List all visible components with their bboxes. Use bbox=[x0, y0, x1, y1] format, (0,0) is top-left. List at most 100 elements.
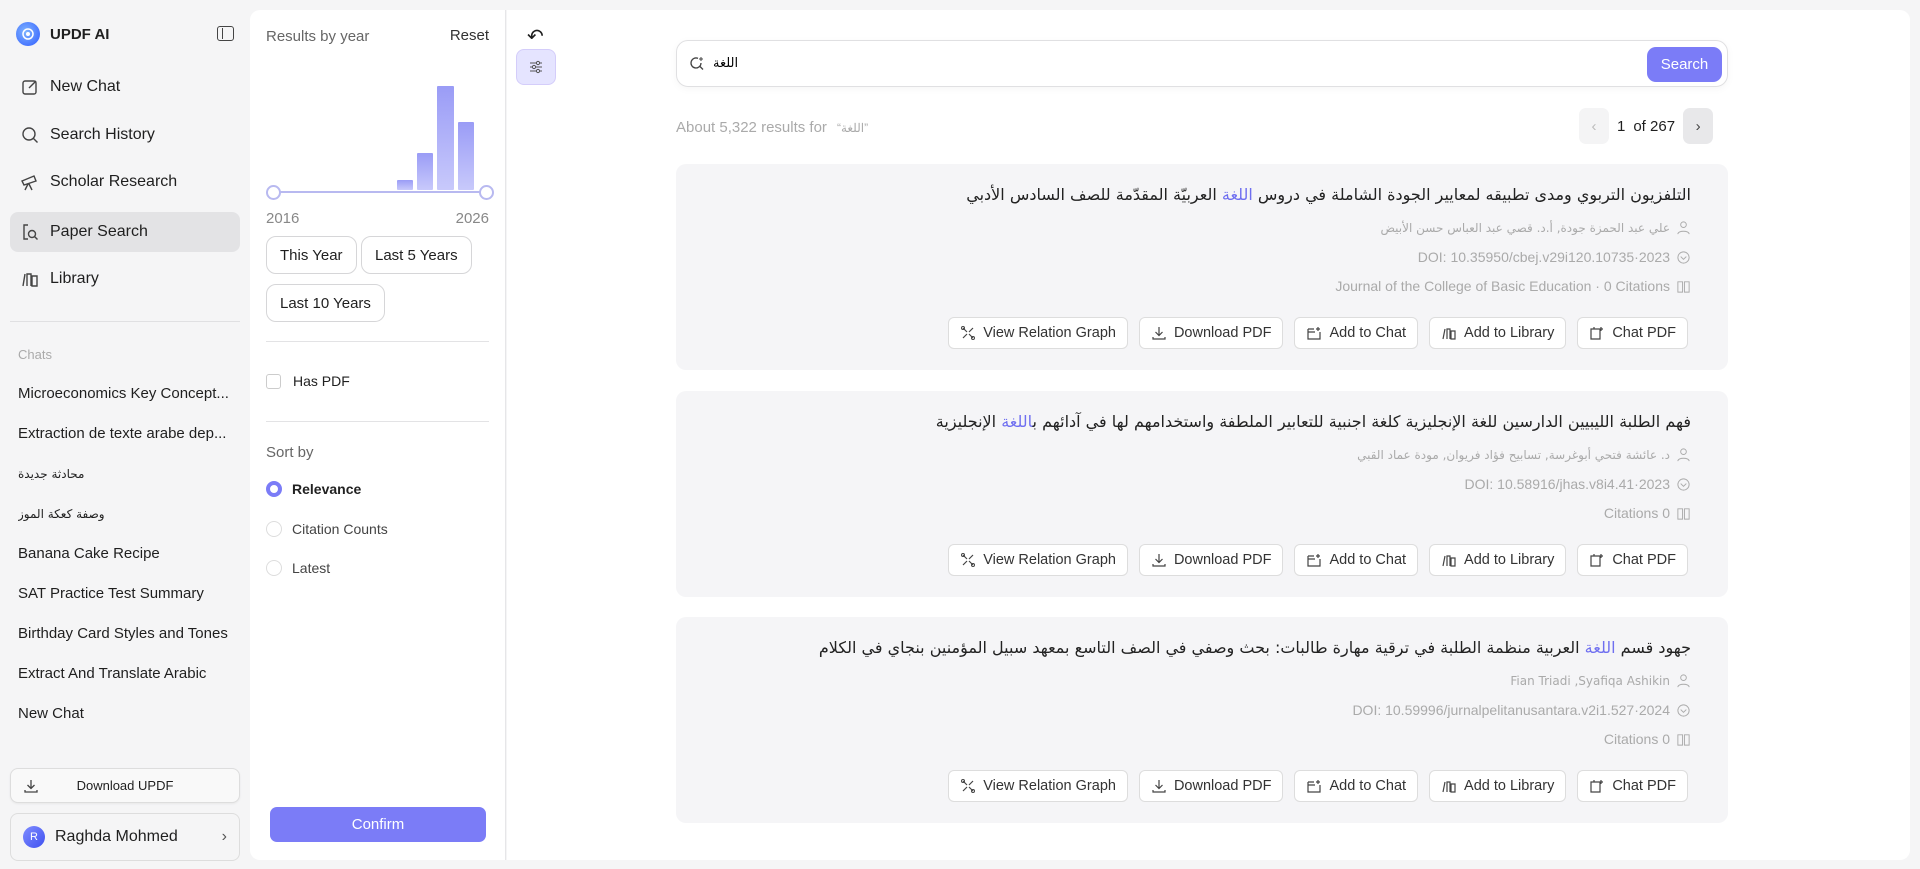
clock-icon bbox=[1677, 250, 1690, 264]
updf-logo-icon bbox=[16, 22, 40, 46]
sidebar-item-scholar-research[interactable]: Scholar Research bbox=[10, 162, 240, 202]
paper-venue: Journal of the College of Basic Educatio… bbox=[1335, 278, 1691, 294]
search-button[interactable]: Search bbox=[1647, 47, 1722, 82]
has-pdf-checkbox[interactable]: Has PDF bbox=[266, 373, 350, 389]
person-icon bbox=[1677, 448, 1690, 462]
view-relation-graph-button[interactable]: View Relation Graph bbox=[948, 317, 1128, 349]
radio-label: Citation Counts bbox=[292, 521, 388, 537]
title-text: العربيّة المقدّمة للصف السادس الأدبي bbox=[966, 185, 1222, 204]
download-pdf-button[interactable]: Download PDF bbox=[1138, 317, 1284, 349]
venue-text: Journal of the College of Basic Educatio… bbox=[1335, 278, 1670, 294]
collapse-sidebar-icon[interactable] bbox=[217, 26, 234, 41]
chat-pdf-icon bbox=[1590, 780, 1604, 793]
prev-page-button[interactable]: ‹ bbox=[1579, 108, 1609, 144]
sort-citation-counts-radio[interactable]: Citation Counts bbox=[266, 521, 388, 537]
search-icon bbox=[22, 127, 38, 143]
add-to-library-button[interactable]: Add to Library bbox=[1429, 770, 1567, 802]
next-page-button[interactable]: › bbox=[1683, 108, 1714, 144]
view-relation-graph-icon bbox=[961, 779, 976, 793]
year-range-start-handle[interactable] bbox=[266, 185, 281, 200]
this-year-button[interactable]: This Year bbox=[266, 236, 357, 274]
chat-pdf-button[interactable]: Chat PDF bbox=[1577, 544, 1688, 576]
nav-label: New Chat bbox=[50, 78, 121, 95]
chats-heading: Chats bbox=[18, 347, 52, 362]
results-count: About 5,322 results for bbox=[676, 119, 827, 136]
main-panel: ↶ Search About 5,322 results for“اللغة” … bbox=[507, 10, 1910, 860]
paper-title[interactable]: جهود قسم اللغة العربية منظمة الطلبة في ت… bbox=[711, 638, 1691, 657]
add-to-library-button[interactable]: Add to Library bbox=[1429, 544, 1567, 576]
radio-selected[interactable] bbox=[266, 481, 282, 497]
chat-history-item[interactable]: New Chat bbox=[18, 704, 236, 724]
title-text: الإنجليزية bbox=[935, 412, 1002, 431]
chat-history-item[interactable]: Extraction de texte arabe dep... bbox=[18, 424, 236, 444]
chat-history-item[interactable]: Microeconomics Key Concept... bbox=[18, 384, 236, 404]
year-range-slider-track[interactable] bbox=[272, 191, 482, 193]
add-to-chat-button[interactable]: Add to Chat bbox=[1294, 317, 1419, 349]
paper-doi: DOI: 10.59996/jurnalpelitanusantara.v2i1… bbox=[1352, 702, 1691, 718]
paper-venue: Citations 0 bbox=[1604, 731, 1691, 747]
chat-pdf-button[interactable]: Chat PDF bbox=[1577, 770, 1688, 802]
new-chat-icon bbox=[22, 80, 37, 95]
add-to-chat-button[interactable]: Add to Chat bbox=[1294, 544, 1419, 576]
year-range-end-handle[interactable] bbox=[479, 185, 494, 200]
chat-history-item[interactable]: محادثة جديدة bbox=[18, 464, 236, 484]
sort-relevance-radio[interactable]: Relevance bbox=[266, 481, 361, 497]
chevron-right-icon: › bbox=[221, 828, 227, 845]
radio-unselected[interactable] bbox=[266, 521, 282, 537]
avatar: R bbox=[23, 826, 45, 848]
chat-pdf-icon bbox=[1590, 554, 1604, 567]
sort-by-heading: Sort by bbox=[266, 444, 314, 461]
sort-latest-radio[interactable]: Latest bbox=[266, 560, 330, 576]
year-range-start: 2016 bbox=[266, 210, 300, 227]
doi-text: DOI: 10.58916/jhas.v8i4.41·2023 bbox=[1464, 476, 1670, 492]
paper-doi: DOI: 10.35950/cbej.v29i120.10735·2023 bbox=[1418, 249, 1691, 265]
paper-actions: View Relation Graph Download PDF Add to Ch… bbox=[948, 544, 1688, 576]
paper-result-card: التلفزيون التربوي ومدى تطبيقه لمعايير ال… bbox=[676, 164, 1728, 370]
paper-authors: علي عبد الحمزة جودة, أ.د. قصي عبد العباس… bbox=[1380, 220, 1691, 235]
clock-icon bbox=[1677, 477, 1690, 491]
add-to-chat-button[interactable]: Add to Chat bbox=[1294, 770, 1419, 802]
nav-label: Search History bbox=[50, 126, 155, 143]
view-relation-graph-button[interactable]: View Relation Graph bbox=[948, 544, 1128, 576]
action-label: Download PDF bbox=[1173, 778, 1272, 794]
action-label: Chat PDF bbox=[1612, 552, 1676, 568]
paper-result-card: فهم الطلبة الليبيين الدارسين للغة الإنجل… bbox=[676, 391, 1728, 597]
chat-pdf-button[interactable]: Chat PDF bbox=[1577, 317, 1688, 349]
library-icon bbox=[22, 273, 38, 287]
chat-history-item[interactable]: وصفة كعكة الموز bbox=[18, 504, 236, 524]
back-arrow-icon[interactable]: ↶ bbox=[527, 24, 544, 49]
title-text: التلفزيون التربوي ومدى تطبيقه لمعايير ال… bbox=[1252, 185, 1691, 204]
sidebar-item-search-history[interactable]: Search History bbox=[10, 115, 240, 155]
chat-history-item[interactable]: Extract And Translate Arabic bbox=[18, 664, 236, 684]
confirm-button[interactable]: Confirm bbox=[270, 807, 486, 842]
radio-unselected[interactable] bbox=[266, 560, 282, 576]
paper-actions: View Relation Graph Download PDF Add to Ch… bbox=[948, 770, 1688, 802]
download-pdf-button[interactable]: Download PDF bbox=[1138, 770, 1284, 802]
authors-text: د. عائشة فتحي أبوغرسة, تسابيح فؤاد فريوا… bbox=[1357, 447, 1670, 462]
chat-history-item[interactable]: Banana Cake Recipe bbox=[18, 544, 236, 564]
view-relation-graph-button[interactable]: View Relation Graph bbox=[948, 770, 1128, 802]
action-label: Add to Chat bbox=[1329, 778, 1407, 794]
action-label: View Relation Graph bbox=[983, 778, 1116, 794]
filter-toggle-button[interactable] bbox=[516, 49, 556, 85]
user-account-button[interactable]: R Raghda Mohmed › bbox=[10, 813, 240, 861]
last-10-years-button[interactable]: Last 10 Years bbox=[266, 284, 385, 322]
paper-title[interactable]: التلفزيون التربوي ومدى تطبيقه لمعايير ال… bbox=[711, 185, 1691, 204]
chat-history-item[interactable]: SAT Practice Test Summary bbox=[18, 584, 236, 604]
sidebar-item-library[interactable]: Library bbox=[10, 259, 240, 299]
checkbox-box[interactable] bbox=[266, 373, 281, 389]
filter-divider bbox=[266, 421, 489, 422]
sidebar-item-paper-search[interactable]: Paper Search bbox=[10, 212, 240, 252]
paper-title[interactable]: فهم الطلبة الليبيين الدارسين للغة الإنجل… bbox=[711, 412, 1691, 431]
add-to-library-button[interactable]: Add to Library bbox=[1429, 317, 1567, 349]
paper-doi: DOI: 10.58916/jhas.v8i4.41·2023 bbox=[1465, 476, 1691, 492]
download-pdf-button[interactable]: Download PDF bbox=[1138, 544, 1284, 576]
reset-button[interactable]: Reset bbox=[450, 27, 489, 44]
add-to-library-icon bbox=[1442, 555, 1456, 567]
sidebar-item-new-chat[interactable]: New Chat bbox=[10, 67, 240, 107]
view-relation-graph-icon bbox=[961, 553, 976, 567]
last-5-years-button[interactable]: Last 5 Years bbox=[361, 236, 472, 274]
chat-history-item[interactable]: Birthday Card Styles and Tones bbox=[18, 624, 236, 644]
download-updf-button[interactable]: Download UPDF bbox=[10, 768, 240, 803]
search-input[interactable] bbox=[713, 56, 1613, 71]
